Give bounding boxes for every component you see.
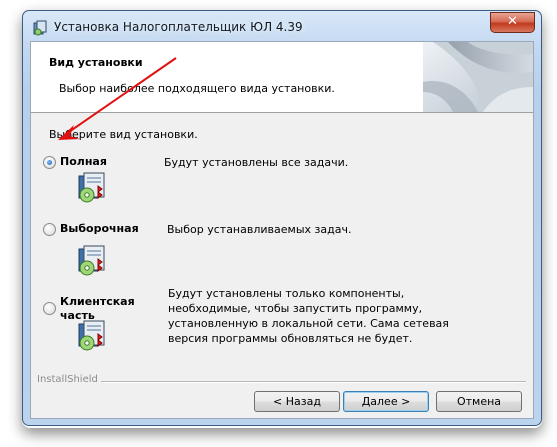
option-custom-label[interactable]: Выборочная — [60, 222, 139, 235]
page-title: Вид установки — [49, 56, 143, 69]
dialog-client-area: Вид установки Выбор наиболее подходящего… — [30, 41, 534, 419]
radio-client[interactable] — [43, 302, 56, 315]
installer-app-icon — [33, 20, 47, 36]
setup-type-prompt: Выберите вид установки. — [49, 128, 198, 141]
installer-window: Установка Налогоплательщик ЮЛ 4.39 ✕ Вид… — [22, 10, 542, 426]
package-icon — [78, 320, 105, 351]
option-custom-description: Выбор устанавливаемых задач. — [167, 223, 352, 236]
cancel-button[interactable]: Отмена — [436, 391, 522, 412]
option-full-description: Будут установлены все задачи. — [164, 156, 349, 169]
window-title: Установка Налогоплательщик ЮЛ 4.39 — [54, 20, 303, 34]
header-banner-graphic — [423, 42, 533, 112]
title-bar[interactable]: Установка Налогоплательщик ЮЛ 4.39 ✕ — [23, 11, 541, 43]
option-client-description: Будут установлены только компоненты, нео… — [168, 287, 449, 345]
package-icon — [78, 245, 105, 276]
radio-custom[interactable] — [43, 223, 56, 236]
option-client-label-line1[interactable]: Клиентская — [60, 295, 135, 308]
close-button[interactable]: ✕ — [490, 12, 535, 33]
package-icon — [78, 172, 105, 203]
radio-full[interactable] — [43, 156, 56, 169]
installshield-brand: InstallShield — [37, 374, 98, 385]
close-icon: ✕ — [507, 14, 518, 29]
footer-divider — [101, 381, 526, 383]
page-subtitle: Выбор наиболее подходящего вида установк… — [59, 82, 335, 95]
option-full-label[interactable]: Полная — [60, 155, 107, 168]
wizard-header: Вид установки Выбор наиболее подходящего… — [31, 42, 533, 113]
setup-type-panel: Выберите вид установки. Полная Будут уст… — [31, 114, 533, 374]
back-button[interactable]: < Назад — [254, 391, 340, 412]
next-button[interactable]: Далее > — [343, 391, 429, 412]
